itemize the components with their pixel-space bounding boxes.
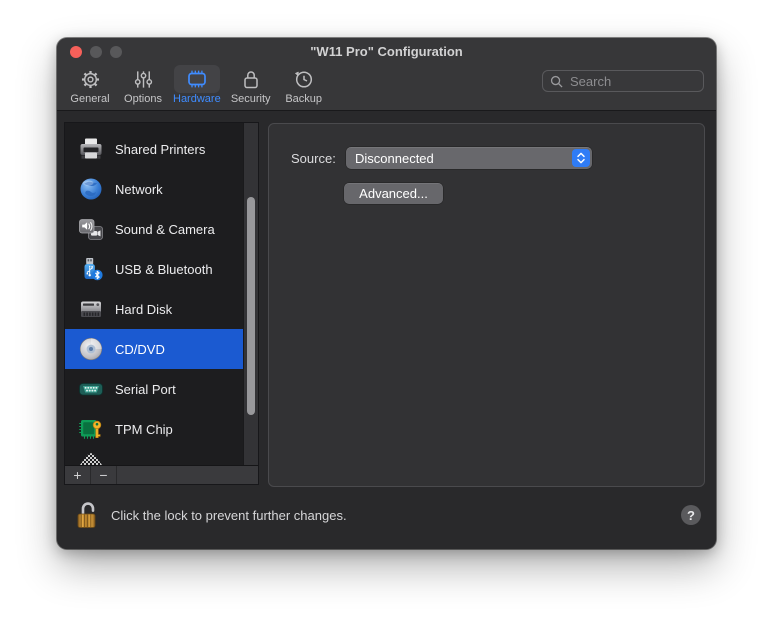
window-footer: Click the lock to prevent further change… xyxy=(75,500,701,530)
source-dropdown-value: Disconnected xyxy=(355,151,434,166)
sidebar-item-network[interactable]: Network xyxy=(65,169,244,209)
window-header: "W11 Pro" Configuration General xyxy=(57,38,716,111)
sidebar-item-cd-dvd[interactable]: CD/DVD xyxy=(65,329,244,369)
sidebar-item-tpm-chip[interactable]: TPM Chip xyxy=(65,409,244,449)
sidebar-footer: + − xyxy=(65,465,258,484)
usb-bluetooth-icon xyxy=(78,256,104,282)
tab-general-label: General xyxy=(70,93,109,106)
tab-general[interactable]: General xyxy=(67,65,113,106)
advanced-button-label: Advanced... xyxy=(359,186,428,201)
partial-next-item-icon xyxy=(80,453,102,465)
hardware-sidebar: Shared Printers Network xyxy=(65,123,258,484)
tab-security-label: Security xyxy=(231,93,271,106)
source-dropdown[interactable]: Disconnected xyxy=(346,147,592,169)
sidebar-item-label: Shared Printers xyxy=(115,142,205,157)
sidebar-item-usb-bluetooth[interactable]: USB & Bluetooth xyxy=(65,249,244,289)
sidebar-item-label: USB & Bluetooth xyxy=(115,262,213,277)
question-icon: ? xyxy=(687,508,695,523)
lock-open-icon[interactable] xyxy=(75,500,101,530)
sidebar-item-label: Hard Disk xyxy=(115,302,172,317)
dropdown-stepper-icon xyxy=(572,149,590,167)
cd-disc-icon xyxy=(78,336,104,362)
add-device-button[interactable]: + xyxy=(65,466,91,484)
configuration-window: "W11 Pro" Configuration General xyxy=(57,38,716,549)
source-row: Source: Disconnected xyxy=(291,147,592,169)
sidebar-item-hard-disk[interactable]: Hard Disk xyxy=(65,289,244,329)
sidebar-item-label: TPM Chip xyxy=(115,422,173,437)
hard-disk-icon xyxy=(78,296,104,322)
speaker-camera-icon xyxy=(78,216,104,242)
minus-icon: − xyxy=(99,468,107,482)
toolbar-tabs: General Options xyxy=(67,65,327,106)
tpm-chip-icon xyxy=(78,416,104,442)
gear-icon xyxy=(67,65,113,93)
advanced-button[interactable]: Advanced... xyxy=(344,183,443,204)
tab-options[interactable]: Options xyxy=(120,65,166,106)
sidebar-scrollbar-track[interactable] xyxy=(243,123,258,466)
tab-backup-label: Backup xyxy=(285,93,322,106)
sliders-icon xyxy=(120,65,166,93)
tab-security[interactable]: Security xyxy=(228,65,274,106)
globe-icon xyxy=(78,176,104,202)
source-label: Source: xyxy=(291,151,346,166)
printer-icon xyxy=(78,136,104,162)
tab-backup[interactable]: Backup xyxy=(281,65,327,106)
search-input[interactable] xyxy=(568,73,696,90)
lock-message: Click the lock to prevent further change… xyxy=(111,508,671,523)
remove-device-button[interactable]: − xyxy=(91,466,117,484)
sidebar-item-shared-printers[interactable]: Shared Printers xyxy=(65,129,244,169)
search-icon xyxy=(550,75,563,88)
sidebar-item-label: Network xyxy=(115,182,163,197)
lock-icon xyxy=(228,65,274,93)
window-content: Shared Printers Network xyxy=(57,111,716,549)
sidebar-item-label: Serial Port xyxy=(115,382,176,397)
window-title: "W11 Pro" Configuration xyxy=(57,44,716,59)
search-field xyxy=(542,70,704,92)
sidebar-item-serial-port[interactable]: Serial Port xyxy=(65,369,244,409)
sidebar-item-sound-camera[interactable]: Sound & Camera xyxy=(65,209,244,249)
cd-dvd-settings-panel: Source: Disconnected Advanced... xyxy=(268,123,705,487)
tab-hardware-label: Hardware xyxy=(173,93,221,106)
sidebar-scrollbar-thumb[interactable] xyxy=(247,197,255,415)
tab-options-label: Options xyxy=(124,93,162,106)
clock-backup-icon xyxy=(281,65,327,93)
serial-port-icon xyxy=(78,376,104,402)
sidebar-item-label: CD/DVD xyxy=(115,342,165,357)
sidebar-item-label: Sound & Camera xyxy=(115,222,215,237)
tab-hardware[interactable]: Hardware xyxy=(173,65,221,106)
plus-icon: + xyxy=(73,468,81,482)
chip-icon xyxy=(174,65,220,93)
help-button[interactable]: ? xyxy=(681,505,701,525)
hardware-list: Shared Printers Network xyxy=(65,123,244,466)
